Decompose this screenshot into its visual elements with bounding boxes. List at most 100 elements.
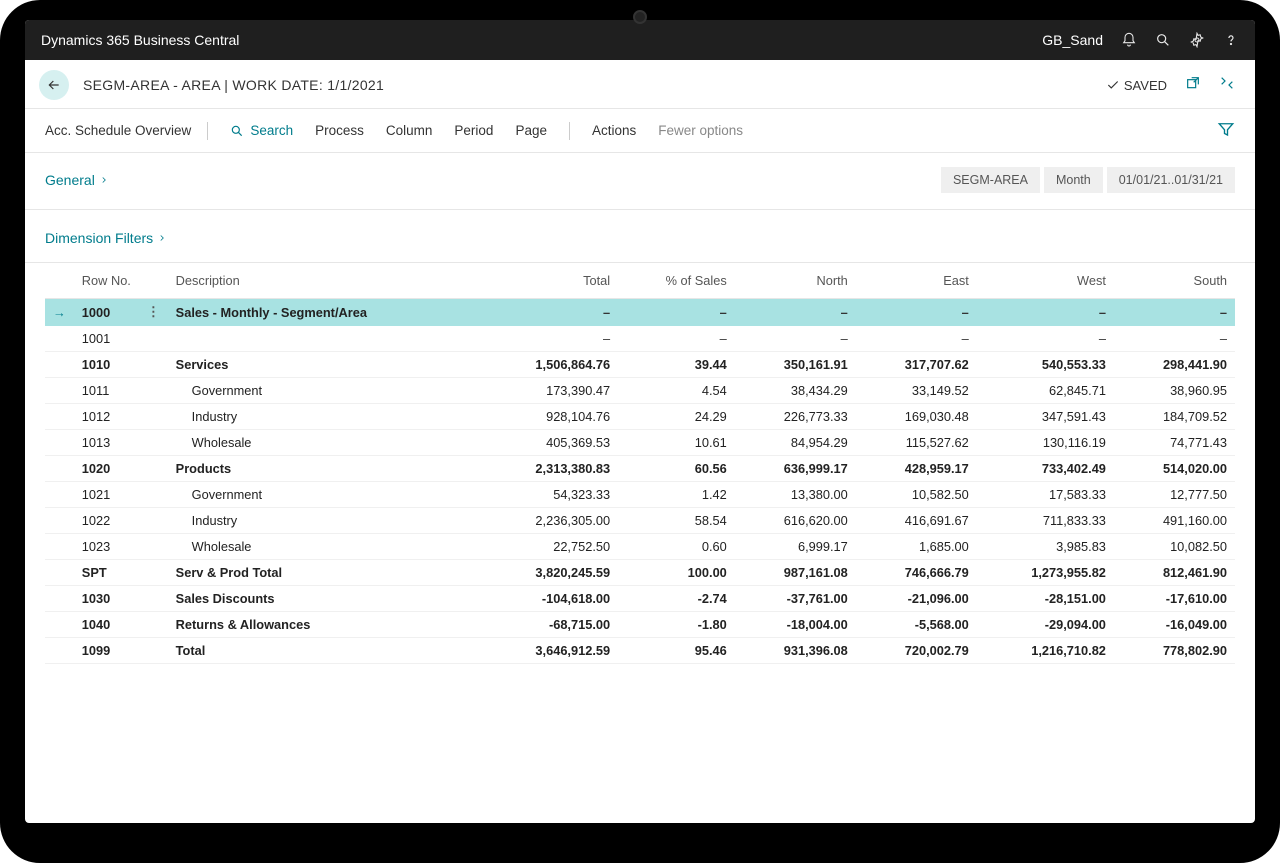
row-menu[interactable] bbox=[139, 378, 168, 404]
cell-value: 4.54 bbox=[618, 378, 735, 404]
general-toggle[interactable]: General bbox=[45, 172, 109, 188]
notifications-icon[interactable] bbox=[1121, 32, 1137, 48]
cell-value: 711,833.33 bbox=[977, 508, 1114, 534]
row-menu[interactable] bbox=[139, 586, 168, 612]
col-description[interactable]: Description bbox=[168, 263, 481, 299]
col-south[interactable]: South bbox=[1114, 263, 1235, 299]
row-selector[interactable] bbox=[45, 430, 74, 456]
row-menu[interactable] bbox=[139, 560, 168, 586]
cell-value: 931,396.08 bbox=[735, 638, 856, 664]
row-menu[interactable] bbox=[139, 482, 168, 508]
cell-value: 347,591.43 bbox=[977, 404, 1114, 430]
cell-value: 350,161.91 bbox=[735, 352, 856, 378]
settings-icon[interactable] bbox=[1189, 32, 1205, 48]
table-row[interactable]: 1099Total3,646,912.5995.46931,396.08720,… bbox=[45, 638, 1235, 664]
cell-value: 636,999.17 bbox=[735, 456, 856, 482]
col-pct-sales[interactable]: % of Sales bbox=[618, 263, 735, 299]
row-selector[interactable] bbox=[45, 586, 74, 612]
col-east[interactable]: East bbox=[856, 263, 977, 299]
row-selector[interactable] bbox=[45, 326, 74, 352]
pill-period[interactable]: Month bbox=[1044, 167, 1103, 193]
cell-description: Sales Discounts bbox=[168, 586, 481, 612]
dimension-filters-toggle[interactable]: Dimension Filters bbox=[45, 230, 1235, 246]
table-row[interactable]: 1021Government54,323.331.4213,380.0010,5… bbox=[45, 482, 1235, 508]
table-row[interactable]: →1000⋮Sales - Monthly - Segment/Area––––… bbox=[45, 299, 1235, 326]
pill-daterange[interactable]: 01/01/21..01/31/21 bbox=[1107, 167, 1235, 193]
table-row[interactable]: 1011Government173,390.474.5438,434.2933,… bbox=[45, 378, 1235, 404]
table-row[interactable]: 1010Services1,506,864.7639.44350,161.913… bbox=[45, 352, 1235, 378]
action-period[interactable]: Period bbox=[448, 119, 499, 142]
pill-schedule[interactable]: SEGM-AREA bbox=[941, 167, 1040, 193]
row-selector[interactable] bbox=[45, 560, 74, 586]
row-selector[interactable] bbox=[45, 638, 74, 664]
cell-rowno: 1099 bbox=[74, 638, 139, 664]
table-row[interactable]: 1001–––––– bbox=[45, 326, 1235, 352]
action-process[interactable]: Process bbox=[309, 119, 370, 142]
action-fewer-options[interactable]: Fewer options bbox=[652, 119, 749, 142]
row-selector[interactable] bbox=[45, 352, 74, 378]
filter-icon[interactable] bbox=[1217, 120, 1235, 141]
cell-value: 1,685.00 bbox=[856, 534, 977, 560]
cell-value: 169,030.48 bbox=[856, 404, 977, 430]
cell-value: – bbox=[618, 326, 735, 352]
row-selector[interactable] bbox=[45, 612, 74, 638]
row-selector[interactable] bbox=[45, 482, 74, 508]
cell-value: 39.44 bbox=[618, 352, 735, 378]
cell-value: -68,715.00 bbox=[481, 612, 618, 638]
cell-value: 10,082.50 bbox=[1114, 534, 1235, 560]
cell-description: Industry bbox=[168, 404, 481, 430]
cell-value: – bbox=[735, 326, 856, 352]
action-column[interactable]: Column bbox=[380, 119, 439, 142]
row-menu[interactable] bbox=[139, 352, 168, 378]
search-icon[interactable] bbox=[1155, 32, 1171, 48]
cell-value: 1,506,864.76 bbox=[481, 352, 618, 378]
table-row[interactable]: 1022Industry2,236,305.0058.54616,620.004… bbox=[45, 508, 1235, 534]
collapse-icon[interactable] bbox=[1219, 75, 1235, 96]
row-selector[interactable] bbox=[45, 534, 74, 560]
pop-out-icon[interactable] bbox=[1185, 75, 1201, 96]
back-button[interactable] bbox=[39, 70, 69, 100]
table-row[interactable]: 1012Industry928,104.7624.29226,773.33169… bbox=[45, 404, 1235, 430]
col-rowno[interactable]: Row No. bbox=[74, 263, 139, 299]
row-selector[interactable] bbox=[45, 508, 74, 534]
table-row[interactable]: 1020Products2,313,380.8360.56636,999.174… bbox=[45, 456, 1235, 482]
row-menu[interactable] bbox=[139, 456, 168, 482]
col-north[interactable]: North bbox=[735, 263, 856, 299]
cell-value: 58.54 bbox=[618, 508, 735, 534]
row-selector[interactable] bbox=[45, 456, 74, 482]
col-total[interactable]: Total bbox=[481, 263, 618, 299]
row-selector[interactable]: → bbox=[45, 299, 74, 326]
cell-value: 6,999.17 bbox=[735, 534, 856, 560]
row-menu[interactable] bbox=[139, 404, 168, 430]
cell-value: 428,959.17 bbox=[856, 456, 977, 482]
table-row[interactable]: 1023Wholesale22,752.500.606,999.171,685.… bbox=[45, 534, 1235, 560]
action-page[interactable]: Page bbox=[509, 119, 553, 142]
table-row[interactable]: 1013Wholesale405,369.5310.6184,954.29115… bbox=[45, 430, 1235, 456]
data-table-wrap: Row No. Description Total % of Sales Nor… bbox=[25, 263, 1255, 664]
cell-rowno: 1001 bbox=[74, 326, 139, 352]
search-action[interactable]: Search bbox=[224, 119, 299, 142]
cell-value: 84,954.29 bbox=[735, 430, 856, 456]
row-menu[interactable] bbox=[139, 326, 168, 352]
col-west[interactable]: West bbox=[977, 263, 1114, 299]
search-label: Search bbox=[250, 123, 293, 138]
cell-value: 22,752.50 bbox=[481, 534, 618, 560]
cell-value: 184,709.52 bbox=[1114, 404, 1235, 430]
help-icon[interactable] bbox=[1223, 32, 1239, 48]
cell-rowno: 1012 bbox=[74, 404, 139, 430]
row-menu[interactable] bbox=[139, 638, 168, 664]
row-menu[interactable] bbox=[139, 534, 168, 560]
table-row[interactable]: SPTServ & Prod Total3,820,245.59100.0098… bbox=[45, 560, 1235, 586]
more-vertical-icon[interactable]: ⋮ bbox=[147, 304, 160, 319]
row-menu[interactable]: ⋮ bbox=[139, 299, 168, 326]
table-row[interactable]: 1030Sales Discounts-104,618.00-2.74-37,7… bbox=[45, 586, 1235, 612]
cell-value: -104,618.00 bbox=[481, 586, 618, 612]
row-menu[interactable] bbox=[139, 508, 168, 534]
row-selector[interactable] bbox=[45, 378, 74, 404]
table-row[interactable]: 1040Returns & Allowances-68,715.00-1.80-… bbox=[45, 612, 1235, 638]
row-menu[interactable] bbox=[139, 430, 168, 456]
row-menu[interactable] bbox=[139, 612, 168, 638]
row-selector[interactable] bbox=[45, 404, 74, 430]
action-actions[interactable]: Actions bbox=[586, 119, 642, 142]
table-body: →1000⋮Sales - Monthly - Segment/Area––––… bbox=[45, 299, 1235, 664]
